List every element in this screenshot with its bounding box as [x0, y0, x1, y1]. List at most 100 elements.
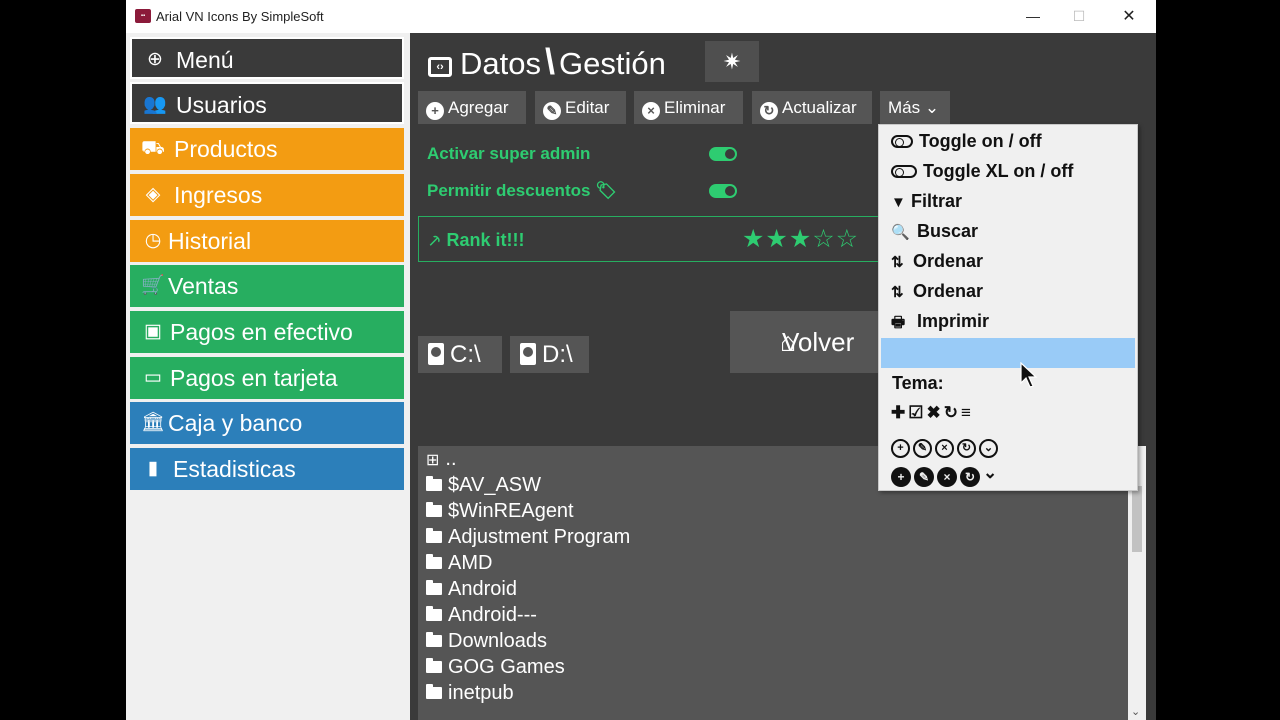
plus-circle-outline-icon[interactable]: + — [891, 439, 910, 458]
title-separator: \ — [544, 41, 555, 82]
refresh-icon[interactable]: ↻ — [944, 403, 961, 422]
menu-item-buscar[interactable]: 🔍 Buscar — [891, 221, 978, 242]
folder-icon — [426, 476, 442, 491]
sidebar-item-label: Caja y banco — [168, 410, 303, 436]
eliminar-label: Eliminar — [664, 98, 726, 117]
chevron-down-icon: ⌄ — [924, 98, 940, 117]
refresh-circle-outline-icon[interactable]: ↻ — [957, 439, 976, 458]
actualizar-button[interactable]: ↻ Actualizar — [752, 91, 872, 124]
editar-button[interactable]: ✎ Editar — [535, 91, 626, 124]
tema-row-outline[interactable]: + ✎ × ↻ ⌄ — [891, 433, 1001, 458]
agregar-button[interactable]: + Agregar — [418, 91, 526, 124]
list-item[interactable]: $AV_ASW — [426, 474, 541, 497]
menu-item-ordenar-asc[interactable]: ⇅ Ordenar — [891, 251, 983, 272]
menu-item-label: Buscar — [917, 221, 979, 241]
sidebar-item-ingresos[interactable]: ◈ Ingresos — [130, 174, 404, 216]
item-label: Downloads — [448, 630, 547, 652]
folder-icon — [426, 632, 442, 647]
drive-d-button[interactable]: D:\ — [510, 336, 589, 373]
list-item[interactable]: AMD — [426, 552, 492, 575]
code-window-icon: ‹› — [428, 57, 452, 77]
sidebar-item-label: Estadisticas — [173, 456, 296, 482]
x-circle-filled-icon[interactable]: × — [937, 467, 957, 487]
super-admin-toggle[interactable] — [709, 147, 737, 161]
boxes-icon: ◈ — [145, 184, 161, 205]
list-item[interactable]: GOG Games — [426, 656, 565, 679]
mas-label: Más — [888, 98, 921, 117]
list-item[interactable]: inetpub — [426, 682, 514, 705]
mas-dropdown-menu: Toggle on / off Toggle XL on / off ▼ Filt… — [878, 124, 1138, 491]
edit-circle-outline-icon[interactable]: ✎ — [913, 439, 932, 458]
sidebar-item-menu[interactable]: ⊕ Menú — [130, 37, 404, 79]
sidebar-item-pagos-tarjeta[interactable]: ▭ Pagos en tarjeta — [130, 357, 404, 399]
list-icon[interactable]: ≡ — [961, 403, 974, 422]
list-item[interactable]: $WinREAgent — [426, 500, 574, 523]
sidebar-item-pagos-efectivo[interactable]: ▣ Pagos en efectivo — [130, 311, 404, 353]
item-label: GOG Games — [448, 656, 565, 678]
tema-row-plain[interactable]: ✚☑✖↻≡ — [891, 403, 974, 423]
folder-icon — [426, 528, 442, 543]
app-logo-icon: ▪▪ — [135, 9, 151, 23]
x-circle-outline-icon[interactable]: × — [935, 439, 954, 458]
agregar-label: Agregar — [448, 98, 509, 117]
list-item[interactable]: Android--- — [426, 604, 537, 627]
list-item-parent[interactable]: ⊞.. — [426, 448, 457, 471]
scroll-down-icon[interactable]: ⌄ — [1131, 705, 1140, 718]
edit-circle-filled-icon[interactable]: ✎ — [914, 467, 934, 487]
sidebar-item-productos[interactable]: ⛟ Productos — [130, 128, 404, 170]
descuentos-toggle[interactable] — [709, 184, 737, 198]
item-label: inetpub — [448, 682, 514, 704]
menu-item-ordenar-desc[interactable]: ⇅ Ordenar — [891, 281, 983, 302]
sidebar-item-label: Ingresos — [174, 182, 263, 208]
folder-icon — [426, 606, 442, 621]
sidebar-item-ventas[interactable]: 🛒 Ventas — [130, 265, 404, 307]
minimize-button[interactable]: — — [1010, 0, 1056, 33]
mas-button[interactable]: Más ⌄ — [880, 91, 950, 124]
scroll-thumb[interactable] — [1132, 486, 1142, 552]
volver-button[interactable]: ⌂ Volver — [730, 311, 890, 373]
edit-icon[interactable]: ☑ — [908, 403, 926, 422]
sidebar-item-usuarios[interactable]: 👥 Usuarios — [130, 82, 404, 124]
plus-circle-filled-icon[interactable]: + — [891, 467, 911, 487]
chevron-down-icon[interactable]: ⌄ — [983, 463, 1000, 482]
list-item[interactable]: Android — [426, 578, 517, 601]
hard-drive-icon — [428, 343, 444, 365]
settings-button[interactable]: ✷ — [705, 41, 759, 82]
list-item[interactable]: Downloads — [426, 630, 547, 653]
print-icon: 🖶 — [891, 314, 906, 331]
menu-item-toggle-xl[interactable]: Toggle XL on / off — [891, 161, 1073, 182]
sidebar-item-estadisticas[interactable]: ▮ Estadisticas — [130, 448, 404, 490]
menu-item-label: Toggle on / off — [919, 131, 1042, 151]
toggle-icon — [891, 135, 913, 148]
editar-label: Editar — [565, 98, 610, 117]
toggle-xl-icon — [891, 165, 917, 178]
rank-label: ⸕ Rank it!!! — [428, 228, 525, 252]
refresh-circle-filled-icon[interactable]: ↻ — [960, 467, 980, 487]
folder-icon — [426, 502, 442, 517]
drive-c-button[interactable]: C:\ — [418, 336, 502, 373]
menu-item-filtrar[interactable]: ▼ Filtrar — [891, 191, 962, 212]
maximize-button[interactable]: ☐ — [1056, 0, 1102, 33]
list-item[interactable]: Adjustment Program — [426, 526, 630, 549]
filled-stars[interactable]: ★★★ — [742, 225, 812, 253]
menu-item-toggle[interactable]: Toggle on / off — [891, 131, 1042, 152]
chevron-circle-outline-icon[interactable]: ⌄ — [979, 439, 998, 458]
item-label: Adjustment Program — [448, 526, 631, 548]
title-bar: ▪▪ Arial VN Icons By SimpleSoft — ☐ ✕ — [126, 0, 1156, 33]
page-title: ‹› Datos \ Gestión — [428, 41, 666, 83]
empty-stars[interactable]: ☆☆ — [812, 225, 859, 253]
tema-label: Tema: — [892, 373, 944, 393]
window-title: Arial VN Icons By SimpleSoft — [156, 9, 324, 24]
descuentos-label: Permitir descuentos 🏷 — [427, 181, 617, 201]
close-button[interactable]: ✕ — [1106, 0, 1152, 33]
tema-row-filled[interactable]: + ✎ × ↻ ⌄ — [891, 463, 1000, 487]
menu-item-highlighted[interactable] — [881, 338, 1135, 368]
sidebar-item-caja-banco[interactable]: 🏛 Caja y banco — [130, 402, 404, 444]
edit-circle-icon: ✎ — [543, 102, 561, 120]
sidebar-item-historial[interactable]: ◷ Historial — [130, 220, 404, 262]
star-rating[interactable]: ★★★☆☆ — [742, 224, 859, 254]
x-icon[interactable]: ✖ — [927, 403, 944, 422]
menu-item-imprimir[interactable]: 🖶 Imprimir — [891, 311, 989, 337]
eliminar-button[interactable]: × Eliminar — [634, 91, 743, 124]
plus-icon[interactable]: ✚ — [891, 403, 908, 422]
